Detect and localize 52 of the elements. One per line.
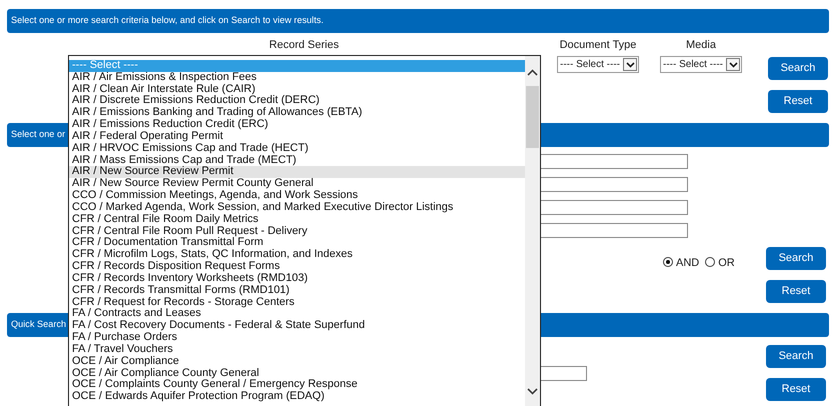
section-banner: Select one or more search criteria below, and click on Search to view results. xyxy=(7,9,829,33)
text-field[interactable] xyxy=(540,366,587,381)
list-option[interactable]: CFR / Records Transmittal Forms (RMD101) xyxy=(69,284,525,297)
list-option[interactable]: AIR / Federal Operating Permit xyxy=(69,130,525,143)
reset-button[interactable]: Reset xyxy=(768,90,828,113)
text-field[interactable] xyxy=(540,223,688,238)
record-series-listbox[interactable] xyxy=(68,55,541,406)
media-label: Media xyxy=(686,38,716,53)
text-field[interactable] xyxy=(540,177,688,192)
media-select[interactable]: ---- Select ---- xyxy=(660,56,742,74)
and-option-label[interactable]: AND xyxy=(676,255,700,272)
list-option[interactable]: CFR / Central File Room Pull Request - Delivery xyxy=(69,226,525,238)
list-option[interactable]: CFR / Records Inventory Worksheets (RMD103) xyxy=(69,272,525,285)
list-option[interactable]: CCO / Marked Agenda, Work Session, and Marked Executive Director Listings xyxy=(69,202,525,214)
list-option[interactable]: AIR / New Source Review Permit County General xyxy=(69,178,525,190)
search-button[interactable]: Search xyxy=(768,57,828,80)
list-option[interactable]: CCO / Commission Meetings, Agenda, and Work Sessions xyxy=(69,190,525,202)
list-option[interactable]: AIR / Emissions Banking and Trading of Allowances (EBTA) xyxy=(69,107,525,120)
document-type-label: Document Type xyxy=(560,38,636,53)
list-option[interactable]: CFR / Central File Room Daily Metrics xyxy=(69,214,525,226)
scrollbar[interactable] xyxy=(525,56,540,406)
list-option[interactable]: FA / Cost Recovery Documents - Federal & State Superfund xyxy=(69,320,525,332)
caret-icon xyxy=(626,62,634,68)
reset-button[interactable]: Reset xyxy=(766,378,826,401)
radio-button[interactable] xyxy=(663,257,673,268)
list-option[interactable]: AIR / Clean Air Interstate Rule (CAIR) xyxy=(69,84,525,96)
search-button[interactable]: Search xyxy=(766,247,826,270)
list-option[interactable]: OCE / Edwards Aquifer Protection Program (EDAQ) xyxy=(69,391,525,404)
reset-button[interactable]: Reset xyxy=(766,280,826,303)
document-type-select[interactable]: ---- Select ---- xyxy=(557,56,639,74)
chevron-up-icon[interactable] xyxy=(527,69,538,76)
text-field[interactable] xyxy=(540,154,688,169)
list-option[interactable]: CFR / Request for Records - Storage Centers xyxy=(69,296,525,308)
list-option[interactable]: OCE / Air Compliance County General xyxy=(69,368,525,380)
list-option[interactable]: CFR / Microfilm Logs, Stats, QC Information, and Indexes xyxy=(69,249,525,262)
record-series-label: Record Series xyxy=(269,38,339,53)
scroll-thumb[interactable] xyxy=(526,86,539,148)
radio-button[interactable] xyxy=(705,257,716,268)
list-option[interactable]: CFR / Records Disposition Request Forms xyxy=(69,261,525,273)
list-option[interactable]: AIR / New Source Review Permit xyxy=(69,166,525,178)
list-option[interactable]: OCE / Complaints County General / Emergency Response xyxy=(69,379,525,392)
or-option-label[interactable]: OR xyxy=(718,255,735,272)
text-field[interactable] xyxy=(540,200,688,215)
caret-icon xyxy=(728,62,738,68)
list-option[interactable]: AIR / Discrete Emissions Reduction Credit (DERC) xyxy=(69,95,525,108)
list-option[interactable]: OCE / Air Compliance xyxy=(69,356,525,368)
list-option[interactable]: FA / Travel Vouchers xyxy=(69,344,525,356)
search-button[interactable]: Search xyxy=(766,345,826,368)
chevron-down-icon[interactable] xyxy=(527,388,538,395)
list-option[interactable]: AIR / Air Emissions & Inspection Fees xyxy=(69,72,525,84)
list-option[interactable]: AIR / Mass Emissions Cap and Trade (MECT) xyxy=(69,154,525,166)
list-option[interactable]: CFR / Documentation Transmittal Form xyxy=(69,237,525,250)
